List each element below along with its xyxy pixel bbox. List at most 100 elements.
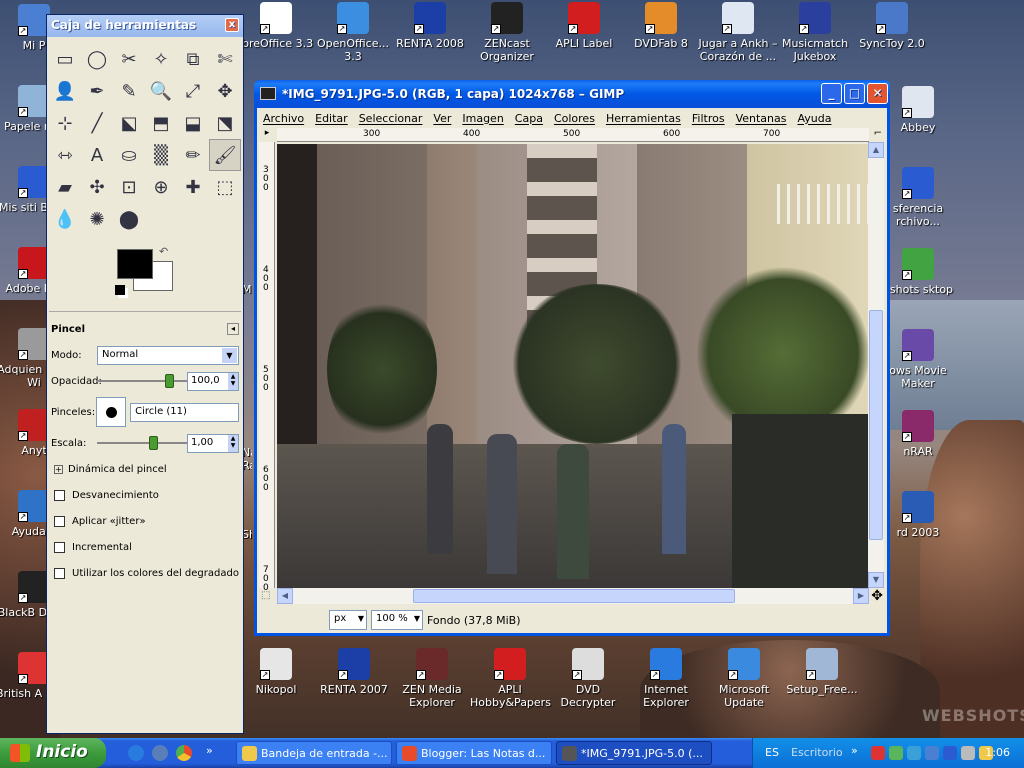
menu-editar[interactable]: Editar xyxy=(315,112,348,125)
checkbox-utilizar-los-colores-del-degradado[interactable]: Utilizar los colores del degradado xyxy=(51,560,239,586)
horizontal-scrollbar[interactable]: ◀ ▶ xyxy=(277,588,869,604)
desktop-icon-renta-2008[interactable]: ↗ RENTA 2008 xyxy=(390,2,470,50)
scrollbar-thumb[interactable] xyxy=(413,589,735,603)
tool-button-10[interactable]: ⤢ xyxy=(177,75,209,107)
tool-button-31[interactable]: ✺ xyxy=(81,203,113,235)
tool-button-21[interactable]: ▒ xyxy=(145,139,177,171)
tool-button-16[interactable]: ⬓ xyxy=(177,107,209,139)
tool-button-25[interactable]: ✣ xyxy=(81,171,113,203)
desktop-icon-renta-2007[interactable]: ↗ RENTA 2007 xyxy=(314,648,394,696)
desktop-icon-apli-label[interactable]: ↗ APLI Label xyxy=(544,2,624,50)
scroll-up-icon[interactable]: ▲ xyxy=(868,142,884,158)
minimize-icon[interactable]: _ xyxy=(821,83,842,104)
horizontal-ruler[interactable]: 300 400 500 600 700 xyxy=(277,128,869,142)
unit-select[interactable]: px ▼ xyxy=(329,610,367,630)
start-button[interactable]: Inicio xyxy=(0,738,106,768)
checkbox-box[interactable] xyxy=(54,515,65,527)
slider-handle[interactable] xyxy=(165,374,174,388)
internet-explorer-icon[interactable] xyxy=(128,745,144,761)
desktop-toolbar-label[interactable]: Escritorio xyxy=(791,746,843,759)
tool-button-2[interactable]: ✂ xyxy=(113,43,145,75)
desktop-icon-sferencia-rchivo[interactable]: ↗ sferencia rchivo... xyxy=(878,167,958,228)
window-titlebar[interactable]: *IMG_9791.JPG-5.0 (RGB, 1 capa) 1024x768… xyxy=(254,80,890,108)
tool-button-18[interactable]: ⇿ xyxy=(49,139,81,171)
scroll-left-icon[interactable]: ◀ xyxy=(277,588,293,604)
desktop-icon-microsoft-update[interactable]: ↗ Microsoft Update xyxy=(704,648,784,709)
close-icon[interactable]: x xyxy=(225,18,239,32)
swap-colors-icon[interactable]: ↶ xyxy=(159,245,168,258)
menu-colores[interactable]: Colores xyxy=(554,112,595,125)
desktop-icon-nrar[interactable]: ↗ nRAR xyxy=(878,410,958,458)
scrollbar-thumb[interactable] xyxy=(869,310,883,540)
sync-icon[interactable] xyxy=(907,746,921,760)
spin-arrows-icon[interactable]: ▲ ▼ xyxy=(228,434,238,452)
tool-button-20[interactable]: ⛀ xyxy=(113,139,145,171)
opacity-spinbox[interactable]: 100,0 ▲ ▼ xyxy=(187,371,239,391)
tool-button-5[interactable]: ✄ xyxy=(209,43,241,75)
bluetooth-icon[interactable] xyxy=(943,746,957,760)
checkbox-box[interactable] xyxy=(54,489,65,501)
expand-plus-icon[interactable]: + xyxy=(54,464,63,474)
chrome-icon[interactable] xyxy=(176,745,192,761)
tool-button-3[interactable]: ✧ xyxy=(145,43,177,75)
tool-button-8[interactable]: ✎ xyxy=(113,75,145,107)
tool-button-6[interactable]: 👤 xyxy=(49,75,81,107)
tool-button-9[interactable]: 🔍 xyxy=(145,75,177,107)
scale-spinbox[interactable]: 1,00 ▲ ▼ xyxy=(187,433,239,453)
tool-button-1[interactable]: ◯ xyxy=(81,43,113,75)
checkbox-box[interactable] xyxy=(54,541,65,553)
tool-button-32[interactable]: ⬤ xyxy=(113,203,145,235)
desktop-icon-rd-2003[interactable]: ↗ rd 2003 xyxy=(878,491,958,539)
desktop-icon-openoffice-3-3[interactable]: ↗ OpenOffice... 3.3 xyxy=(313,2,393,63)
zoom-select[interactable]: 100 % ▼ xyxy=(371,610,423,630)
network-icon[interactable] xyxy=(889,746,903,760)
language-indicator[interactable]: ES xyxy=(765,746,779,759)
color-selector[interactable]: ↶ xyxy=(47,241,243,311)
brush-name-field[interactable]: Circle (11) xyxy=(130,402,239,422)
desktop-icon-bshots-sktop[interactable]: ↗ bshots sktop xyxy=(878,248,958,296)
spin-arrows-icon[interactable]: ▲ ▼ xyxy=(228,372,238,390)
checkbox-incremental[interactable]: Incremental xyxy=(51,534,239,560)
desktop-icon-zen-media-explorer[interactable]: ↗ ZEN Media Explorer xyxy=(392,648,472,709)
tool-button-4[interactable]: ⧉ xyxy=(177,43,209,75)
taskbar-button-3[interactable]: *IMG_9791.JPG-5.0 (... xyxy=(556,741,712,765)
security-shield-icon[interactable] xyxy=(871,746,885,760)
hardware-icon[interactable] xyxy=(925,746,939,760)
scroll-right-icon[interactable]: ▶ xyxy=(853,588,869,604)
checkbox-aplicar-jitter[interactable]: Aplicar «jitter» xyxy=(51,508,239,534)
desktop-icon-dvdfab-8[interactable]: ↗ DVDFab 8 xyxy=(621,2,701,50)
tool-button-11[interactable]: ✥ xyxy=(209,75,241,107)
image-canvas[interactable] xyxy=(277,144,869,588)
vertical-ruler[interactable]: 300 400 500 600 700 xyxy=(259,142,275,593)
tool-button-24[interactable]: ▰ xyxy=(49,171,81,203)
quicklaunch-more-icon[interactable]: » xyxy=(206,744,213,757)
desktop-icon-dvd-decrypter[interactable]: ↗ DVD Decrypter xyxy=(548,648,628,709)
tool-button-15[interactable]: ⬒ xyxy=(145,107,177,139)
menu-ventanas[interactable]: Ventanas xyxy=(736,112,787,125)
desktop-icon-internet-explorer[interactable]: ↗ Internet Explorer xyxy=(626,648,706,709)
desktop-icon-musicmatch-jukebox[interactable]: ↗ Musicmatch Jukebox xyxy=(775,2,855,63)
tool-button-28[interactable]: ✚ xyxy=(177,171,209,203)
desktop-icon-jugar-a-ankh-coraz-n-de[interactable]: ↗ Jugar a Ankh – Corazón de ... xyxy=(698,2,778,63)
dynamics-expander[interactable]: + Dinámica del pincel xyxy=(51,456,239,482)
tool-button-12[interactable]: ⊹ xyxy=(49,107,81,139)
brush-preview[interactable] xyxy=(96,397,127,427)
tool-button-23[interactable]: 🖌 xyxy=(209,139,241,171)
menu-ayuda[interactable]: Ayuda xyxy=(798,112,832,125)
toolbar-more-icon[interactable]: » xyxy=(851,744,858,757)
close-icon[interactable]: ✕ xyxy=(867,83,888,104)
tool-button-19[interactable]: A xyxy=(81,139,113,171)
opacity-slider[interactable] xyxy=(97,372,187,390)
default-colors-icon[interactable] xyxy=(115,285,125,295)
maximize-icon[interactable]: □ xyxy=(844,83,865,104)
tool-button-29[interactable]: ⬚ xyxy=(209,171,241,203)
menu-ver[interactable]: Ver xyxy=(433,112,451,125)
taskbar-button-2[interactable]: Blogger: Las Notas d... xyxy=(396,741,552,765)
desktop-icon-ows-movie-maker[interactable]: ↗ ows Movie Maker xyxy=(878,329,958,390)
tab-menu-icon[interactable]: ◂ xyxy=(227,323,239,335)
tool-button-22[interactable]: ✏ xyxy=(177,139,209,171)
volume-icon[interactable] xyxy=(961,746,975,760)
tool-button-7[interactable]: ✒ xyxy=(81,75,113,107)
desktop-icon-zencast-organizer[interactable]: ↗ ZENcast Organizer xyxy=(467,2,547,63)
quick-mask-icon[interactable]: ⬚ xyxy=(261,590,270,601)
